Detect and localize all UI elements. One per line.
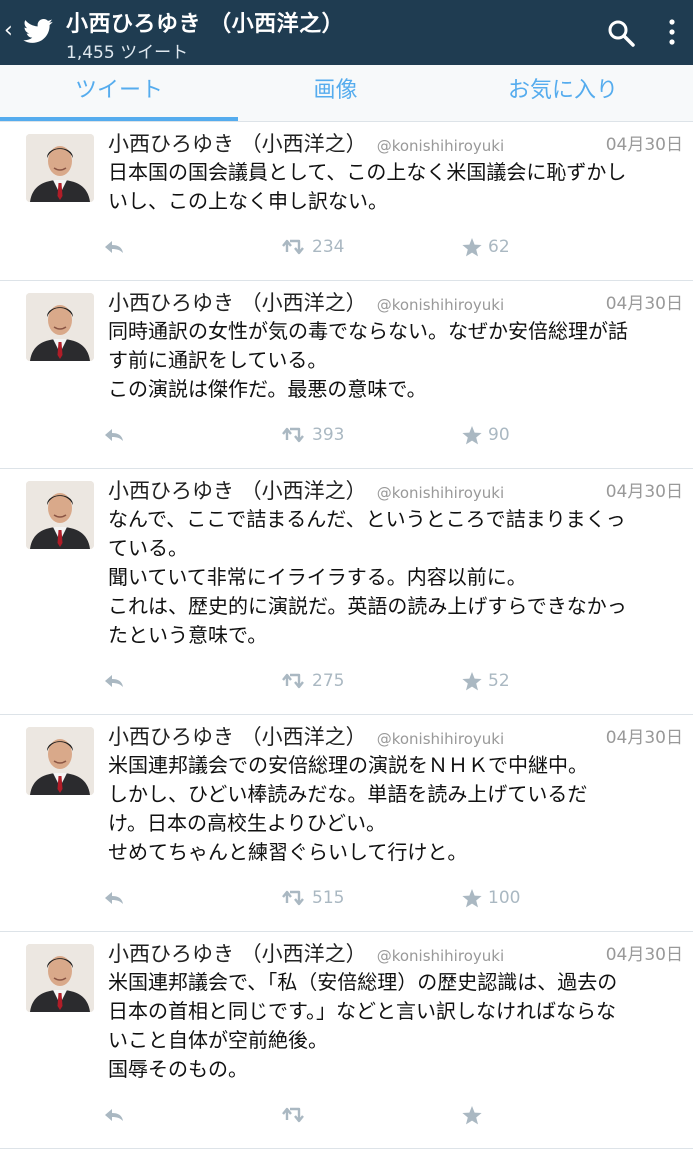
tweet-actions: 393 90: [0, 422, 693, 448]
tweet-text: なんで、ここで詰まるんだ、というところで詰まりまくっ ている。 聞いていて非常に…: [108, 507, 627, 647]
avatar[interactable]: [26, 727, 94, 795]
retweet-count: 275: [312, 671, 345, 691]
tweet-header: 小西ひろゆき （小西洋之） @konishihiroyuki 04月30日: [108, 721, 683, 755]
author-name[interactable]: 小西ひろゆき （小西洋之）: [108, 291, 367, 315]
favorite-count: 52: [488, 671, 510, 691]
retweet-button[interactable]: [282, 1102, 312, 1128]
tweet-item[interactable]: 小西ひろゆき （小西洋之） @konishihiroyuki 04月30日 米国連…: [0, 715, 693, 932]
tab-favorites[interactable]: お気に入り: [433, 65, 693, 121]
retweet-count: 515: [312, 888, 345, 908]
tweet-date: 04月30日: [605, 294, 683, 314]
tweet-text: 米国連邦議会での安倍総理の演説をＮＨＫで中継中。 しかし、ひどい棒読みだな。単語…: [108, 753, 588, 864]
star-icon: [462, 671, 482, 690]
tweet-date: 04月30日: [605, 728, 683, 748]
retweet-icon: [282, 673, 304, 689]
tab-tweets[interactable]: ツイート: [0, 65, 238, 121]
overflow-menu-icon[interactable]: [662, 16, 682, 48]
reply-button[interactable]: [104, 422, 130, 448]
tweet-header: 小西ひろゆき （小西洋之） @konishihiroyuki 04月30日: [108, 287, 683, 321]
reply-icon: [105, 675, 123, 687]
author-handle[interactable]: @konishihiroyuki: [377, 947, 504, 965]
tweet-actions: 234 62: [0, 234, 693, 260]
tweet-item[interactable]: 小西ひろゆき （小西洋之） @konishihiroyuki 04月30日 米国連…: [0, 932, 693, 1149]
retweet-icon: [282, 890, 304, 906]
tweet-actions: 275 52: [0, 668, 693, 694]
favorite-button[interactable]: 52: [462, 668, 510, 694]
author-name[interactable]: 小西ひろゆき （小西洋之）: [108, 725, 367, 749]
tweet-date: 04月30日: [605, 135, 683, 155]
tweet-text: 米国連邦議会で、「私（安倍総理）の歴史認識は、過去の 日本の首相と同じです。」な…: [108, 970, 618, 1081]
tweet-date: 04月30日: [605, 945, 683, 965]
avatar[interactable]: [26, 293, 94, 361]
search-icon[interactable]: [606, 18, 636, 48]
retweet-button[interactable]: 275: [282, 668, 344, 694]
author-handle[interactable]: @konishihiroyuki: [377, 137, 504, 155]
reply-button[interactable]: [104, 885, 130, 911]
star-icon: [462, 237, 482, 256]
reply-icon: [105, 1109, 123, 1121]
active-tab-indicator: [0, 117, 238, 121]
avatar[interactable]: [26, 481, 94, 549]
avatar[interactable]: [26, 944, 94, 1012]
author-handle[interactable]: @konishihiroyuki: [377, 730, 504, 748]
reply-icon: [105, 429, 123, 441]
star-icon: [462, 425, 482, 444]
favorite-count: 90: [488, 425, 510, 445]
reply-button[interactable]: [104, 1102, 130, 1128]
retweet-count: 393: [312, 425, 345, 445]
retweet-button[interactable]: 393: [282, 422, 344, 448]
retweet-icon: [282, 239, 304, 255]
star-icon: [462, 1105, 482, 1124]
tweet-date: 04月30日: [605, 482, 683, 502]
reply-button[interactable]: [104, 234, 130, 260]
tweet-header: 小西ひろゆき （小西洋之） @konishihiroyuki 04月30日: [108, 475, 683, 509]
favorite-count: 100: [488, 888, 521, 908]
author-name[interactable]: 小西ひろゆき （小西洋之）: [108, 132, 367, 156]
page-title: 小西ひろゆき （小西洋之）: [66, 12, 345, 37]
tweet-actions: [0, 1102, 693, 1128]
tweet-item[interactable]: 小西ひろゆき （小西洋之） @konishihiroyuki 04月30日 なんで…: [0, 469, 693, 715]
avatar[interactable]: [26, 134, 94, 202]
tweet-item[interactable]: 小西ひろゆき （小西洋之） @konishihiroyuki 04月30日 日本国…: [0, 122, 693, 281]
reply-button[interactable]: [104, 668, 130, 694]
author-handle[interactable]: @konishihiroyuki: [377, 484, 504, 502]
twitter-bird-icon[interactable]: [22, 15, 54, 47]
profile-tabs: ツイート 画像 お気に入り: [0, 65, 693, 122]
tweet-header: 小西ひろゆき （小西洋之） @konishihiroyuki 04月30日: [108, 128, 683, 162]
retweet-icon: [282, 427, 304, 443]
tweet-timeline[interactable]: 小西ひろゆき （小西洋之） @konishihiroyuki 04月30日 日本国…: [0, 122, 693, 1149]
favorite-count: 62: [488, 237, 510, 257]
star-icon: [462, 888, 482, 907]
favorite-button[interactable]: 62: [462, 234, 510, 260]
tweet-header: 小西ひろゆき （小西洋之） @konishihiroyuki 04月30日: [108, 938, 683, 972]
reply-icon: [105, 241, 123, 253]
tweet-count: 1,455 ツイート: [66, 43, 189, 63]
retweet-count: 234: [312, 237, 345, 257]
retweet-button[interactable]: 234: [282, 234, 344, 260]
tweet-item[interactable]: 小西ひろゆき （小西洋之） @konishihiroyuki 04月30日 同時通…: [0, 281, 693, 469]
app-bar: ‹ 小西ひろゆき （小西洋之） 1,455 ツイート: [0, 0, 693, 65]
retweet-button[interactable]: 515: [282, 885, 344, 911]
favorite-button[interactable]: 90: [462, 422, 510, 448]
favorite-button[interactable]: 100: [462, 885, 520, 911]
tweet-actions: 515 100: [0, 885, 693, 911]
tweet-text: 同時通訳の女性が気の毒でならない。なぜか安倍総理が話 す前に通訳をしている。 こ…: [108, 319, 628, 401]
favorite-button[interactable]: [462, 1102, 488, 1128]
back-chevron-icon[interactable]: ‹: [4, 20, 13, 42]
author-name[interactable]: 小西ひろゆき （小西洋之）: [108, 479, 367, 503]
retweet-icon: [282, 1107, 304, 1123]
tab-images[interactable]: 画像: [238, 65, 433, 121]
tweet-text: 日本国の国会議員として、この上なく米国議会に恥ずかし いし、この上なく申し訳ない…: [108, 160, 627, 213]
author-handle[interactable]: @konishihiroyuki: [377, 296, 504, 314]
reply-icon: [105, 892, 123, 904]
author-name[interactable]: 小西ひろゆき （小西洋之）: [108, 942, 367, 966]
